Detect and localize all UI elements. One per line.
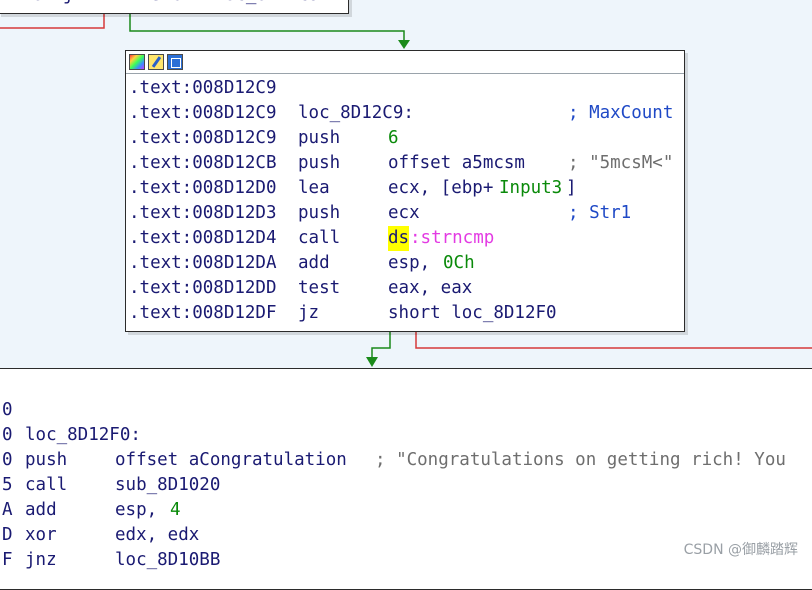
asm-address: 0 (2, 425, 13, 445)
code-node-top[interactable]: 12D8 jnz short loc_8D12C9 (0, 0, 349, 14)
asm-operand: esp, (115, 500, 168, 520)
asm-operand: 6 (388, 128, 399, 148)
asm-operand-segment: ds (388, 226, 410, 251)
asm-address: .text:008D12D3 (129, 203, 277, 223)
asm-address: .text:008D12CB (129, 153, 277, 173)
asm-address: .text:008D12D0 (129, 178, 277, 198)
asm-mnemonic: push (298, 128, 341, 148)
asm-operand-number: 0Ch (443, 253, 475, 273)
edge-top-to-middle (129, 14, 405, 44)
asm-mnemonic: add (25, 500, 57, 520)
asm-operand: ecx (388, 203, 420, 223)
asm-address: .text:008D12C9 (129, 78, 277, 98)
asm-comment: ; "Congratulations on getting rich! You (375, 450, 786, 470)
asm-mnemonic: add (298, 253, 330, 273)
asm-operand-variable: Input3 (499, 178, 563, 198)
asm-comment: ; "5mcsM<" (568, 153, 674, 173)
asm-address: 5 (2, 475, 13, 495)
rename-icon[interactable] (148, 54, 164, 70)
asm-operand: ecx, [ebp+ (388, 178, 494, 198)
asm-address: .text:008D12D4 (129, 228, 277, 248)
edge-middle-right-red (415, 331, 812, 349)
asm-line: 12D8 jnz short loc_8D12C9 (0, 0, 320, 8)
asm-mnemonic: lea (298, 178, 330, 198)
edge-arrow-bottom (366, 357, 378, 367)
node-titlebar (126, 51, 684, 74)
asm-mnemonic: call (25, 475, 68, 495)
asm-address: .text:008D12DD (129, 278, 277, 298)
node-color-icon[interactable] (129, 54, 145, 70)
asm-operand-number: 4 (170, 500, 181, 520)
asm-mnemonic: call (298, 228, 341, 248)
asm-operand: offset aCongratulation (115, 450, 347, 470)
asm-operand: loc_8D10BB (115, 550, 221, 570)
asm-operand-import: :strncmp (410, 228, 495, 248)
asm-mnemonic: push (298, 203, 341, 223)
asm-operand: eax, eax (388, 278, 473, 298)
asm-address: .text:008D12DA (129, 253, 277, 273)
graph-view[interactable]: 12D8 jnz short loc_8D12C9 .text:008D12C9… (0, 0, 812, 590)
asm-mnemonic: loc_8D12F0: (25, 425, 141, 445)
edge-arrow-middle (398, 40, 410, 49)
asm-address: .text:008D12C9 (129, 103, 277, 123)
node-listing: .text:008D12C9 .text:008D12C9 loc_8D12C9:;… (126, 74, 684, 329)
code-node-middle[interactable]: .text:008D12C9 .text:008D12C9 loc_8D12C9:;… (125, 50, 685, 332)
asm-mnemonic: push (25, 450, 68, 470)
asm-mnemonic: jz (298, 303, 320, 323)
asm-address: .text:008D12C9 (129, 128, 277, 148)
asm-operand: esp, (388, 253, 441, 273)
asm-address: F (2, 550, 13, 570)
asm-operand: sub_8D1020 (115, 475, 221, 495)
asm-mnemonic: test (298, 278, 341, 298)
group-nodes-icon[interactable] (167, 54, 183, 70)
asm-operand: short loc_8D12F0 (388, 303, 557, 323)
asm-address: D (2, 525, 13, 545)
asm-operand: short loc_8D12C9 (151, 0, 320, 8)
asm-mnemonic: loc_8D12C9: (298, 103, 414, 123)
asm-comment: ; Str1 (568, 203, 632, 223)
asm-mnemonic: push (298, 153, 341, 173)
asm-mnemonic: jnz (63, 0, 95, 8)
asm-operand: edx, edx (115, 525, 200, 545)
watermark: CSDN @御麟踏辉 (683, 542, 798, 558)
asm-mnemonic: xor (25, 525, 57, 545)
asm-address: .text:008D12DF (129, 303, 277, 323)
asm-address: 0 (2, 400, 13, 420)
asm-operand: offset a5mcsm (388, 153, 525, 173)
asm-operand: ] (566, 178, 577, 198)
asm-comment: ; MaxCount (568, 103, 674, 123)
asm-address: 0 (2, 450, 13, 470)
asm-address: A (2, 500, 13, 520)
asm-mnemonic: jnz (25, 550, 57, 570)
asm-address: 12D8 (1, 0, 43, 8)
